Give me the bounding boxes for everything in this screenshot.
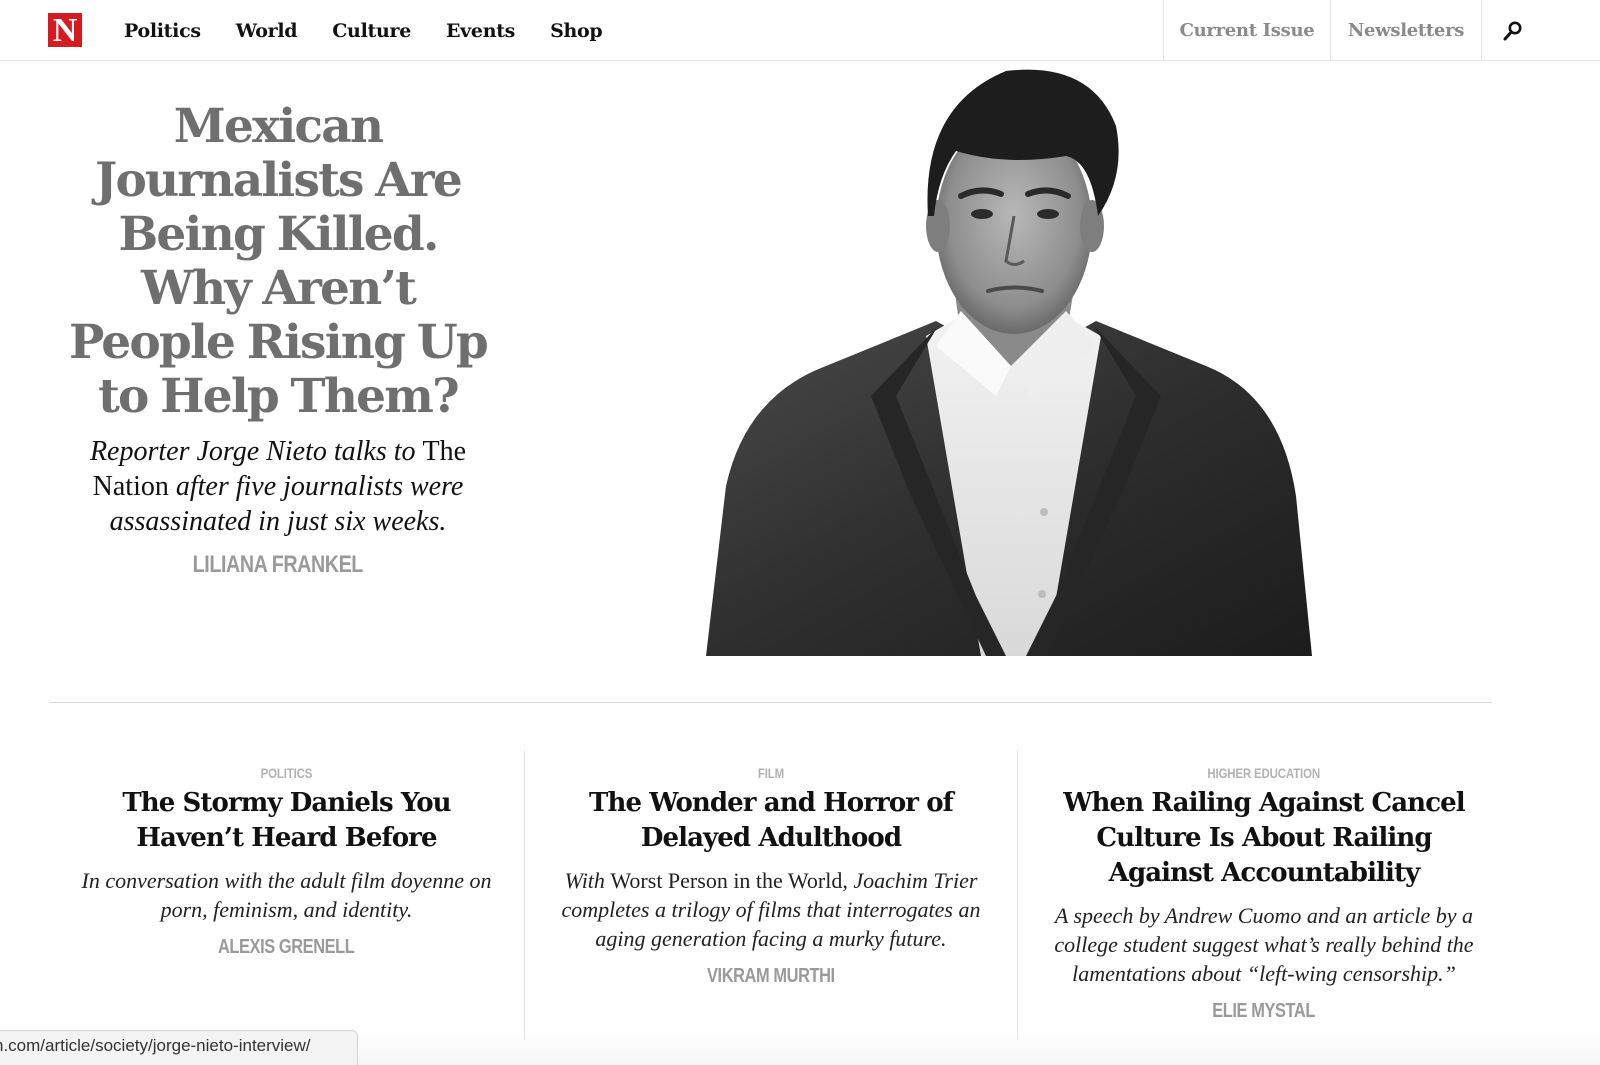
article-dek: In conversation with the adult film doye…: [81, 868, 492, 922]
hero-dek: Reporter Jorge Nieto talks to The Nation…: [60, 434, 496, 539]
main-nav: Politics World Culture Events Shop: [124, 0, 603, 61]
hero-author[interactable]: LILIANA FRANKEL: [193, 551, 364, 579]
article-dek: With Worst Person in the World, Joachim …: [561, 866, 981, 953]
article-kicker[interactable]: POLITICS: [261, 765, 313, 781]
article-kicker[interactable]: FILM: [758, 765, 784, 781]
nav-world[interactable]: World: [236, 20, 298, 42]
article-dek-film: Worst Person in the World,: [610, 868, 848, 893]
hero-story: Mexican Journalists Are Being Killed. Wh…: [60, 100, 496, 579]
article-headline[interactable]: When Railing Against Cancel Culture Is A…: [1054, 786, 1474, 891]
hero-headline[interactable]: Mexican Journalists Are Being Killed. Wh…: [60, 100, 496, 424]
bottom-fade: [358, 1030, 1600, 1065]
article-dek: A speech by Andrew Cuomo and an article …: [1054, 903, 1474, 986]
article-dek-pre: With: [564, 868, 611, 893]
article-card: HIGHER EDUCATION When Railing Against Ca…: [1017, 750, 1510, 1040]
article-kicker[interactable]: HIGHER EDUCATION: [1208, 765, 1321, 781]
logo[interactable]: N: [48, 13, 82, 47]
newsletters-link[interactable]: Newsletters: [1330, 0, 1481, 61]
article-card: POLITICS The Stormy Daniels You Haven’t …: [49, 750, 524, 1040]
section-divider: [49, 702, 1492, 703]
hero-dek-pre: Reporter Jorge Nieto talks to: [89, 436, 423, 467]
current-issue-link[interactable]: Current Issue: [1163, 0, 1330, 61]
article-author[interactable]: ELIE MYSTAL: [1213, 1000, 1316, 1023]
nav-events[interactable]: Events: [446, 20, 515, 42]
search-button[interactable]: [1481, 0, 1600, 61]
article-headline[interactable]: The Stormy Daniels You Haven’t Heard Bef…: [77, 786, 497, 856]
article-headline[interactable]: The Wonder and Horror of Delayed Adultho…: [561, 786, 981, 856]
article-author[interactable]: ALEXIS GRENELL: [218, 936, 355, 959]
hero-photo[interactable]: [706, 66, 1312, 656]
article-card: FILM The Wonder and Horror of Delayed Ad…: [524, 750, 1017, 1040]
nav-culture[interactable]: Culture: [332, 20, 411, 42]
site-header: N Politics World Culture Events Shop Cur…: [0, 0, 1600, 61]
link-status-bar: n.com/article/society/jorge-nieto-interv…: [0, 1030, 358, 1065]
nav-shop[interactable]: Shop: [550, 20, 603, 42]
search-icon: [1503, 21, 1522, 40]
nav-politics[interactable]: Politics: [124, 20, 201, 42]
utility-nav: Current Issue Newsletters: [1163, 0, 1600, 61]
article-author[interactable]: VIKRAM MURTHI: [707, 965, 835, 988]
